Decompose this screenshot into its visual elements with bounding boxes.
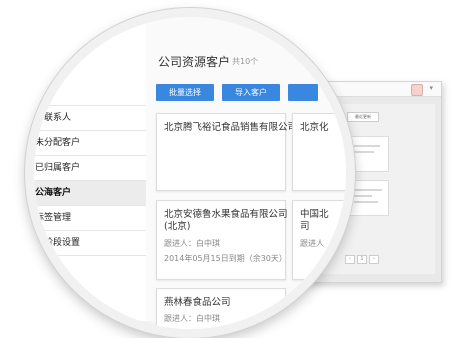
magnifier-lens: 户 部联系人 未分配客户 已归属客户 公海客户 标签管理 圜阶段设置 公司资源客… [25,8,355,338]
sidebar-item-unassigned[interactable]: 未分配客户 [34,131,146,156]
customer-name: 北京腾飞裕记食品销售有限公司 [164,122,298,133]
sidebar-item-tags[interactable]: 标签管理 [34,206,146,231]
batch-select-button[interactable]: 批量选择 [156,84,214,101]
customer-count: 共10个 [232,57,259,66]
customer-name: 中国北 [300,209,329,220]
sidebar-item-assigned[interactable]: 已归属客户 [34,156,146,181]
follow-up-person: 跟进人 [300,239,324,248]
sidebar-item-customers[interactable]: 户 [34,81,146,106]
sidebar-item-stage-settings[interactable]: 圜阶段设置 [34,231,146,256]
page-title: 公司资源客户 [158,55,231,69]
follow-up-person: 跟进人：白中琪 [164,314,220,323]
mini-filter-dropdown: 最近更新 [347,112,379,122]
expiry-date: 2014年05月15日到期（余30天） [164,254,287,263]
sidebar: 户 部联系人 未分配客户 已归属客户 公海客户 标签管理 圜阶段设置 [34,17,147,321]
customer-card[interactable]: 北京化 [292,113,346,191]
customer-card[interactable]: 北京腾飞裕记食品销售有限公司 [156,113,297,191]
customer-name: 北京安德鲁水果食品有限公司 [164,209,288,220]
sidebar-item-contacts[interactable]: 部联系人 [34,106,146,131]
customer-name-line2: 司 [300,221,310,232]
mini-pager: ‹ 1 › [345,255,381,264]
chevron-down-icon: ▾ [429,84,433,92]
main-panel: 公司资源客户 共10个 批量选择 导入客户 北京腾飞裕记食品销售有限公司 北京化… [146,17,346,329]
mini-avatar [411,84,423,96]
import-customers-button[interactable]: 导入客户 [222,84,280,101]
sidebar-item-public-pool[interactable]: 公海客户 [34,181,146,206]
customer-card[interactable]: 北京安德鲁水果食品有限公司 (北京) 跟进人：白中琪 2014年05月15日到期… [156,200,288,280]
customer-name: 燕林春食品公司 [164,297,231,308]
follow-up-person: 跟进人：白中琪 [164,239,220,248]
customer-name: 北京化 [300,122,329,133]
customer-card[interactable]: 中国北 司 跟进人 [292,200,346,280]
customer-card[interactable]: 燕林春食品公司 跟进人：白中琪 [156,288,286,329]
customer-name-line2: (北京) [164,221,191,232]
more-button[interactable] [288,84,318,101]
